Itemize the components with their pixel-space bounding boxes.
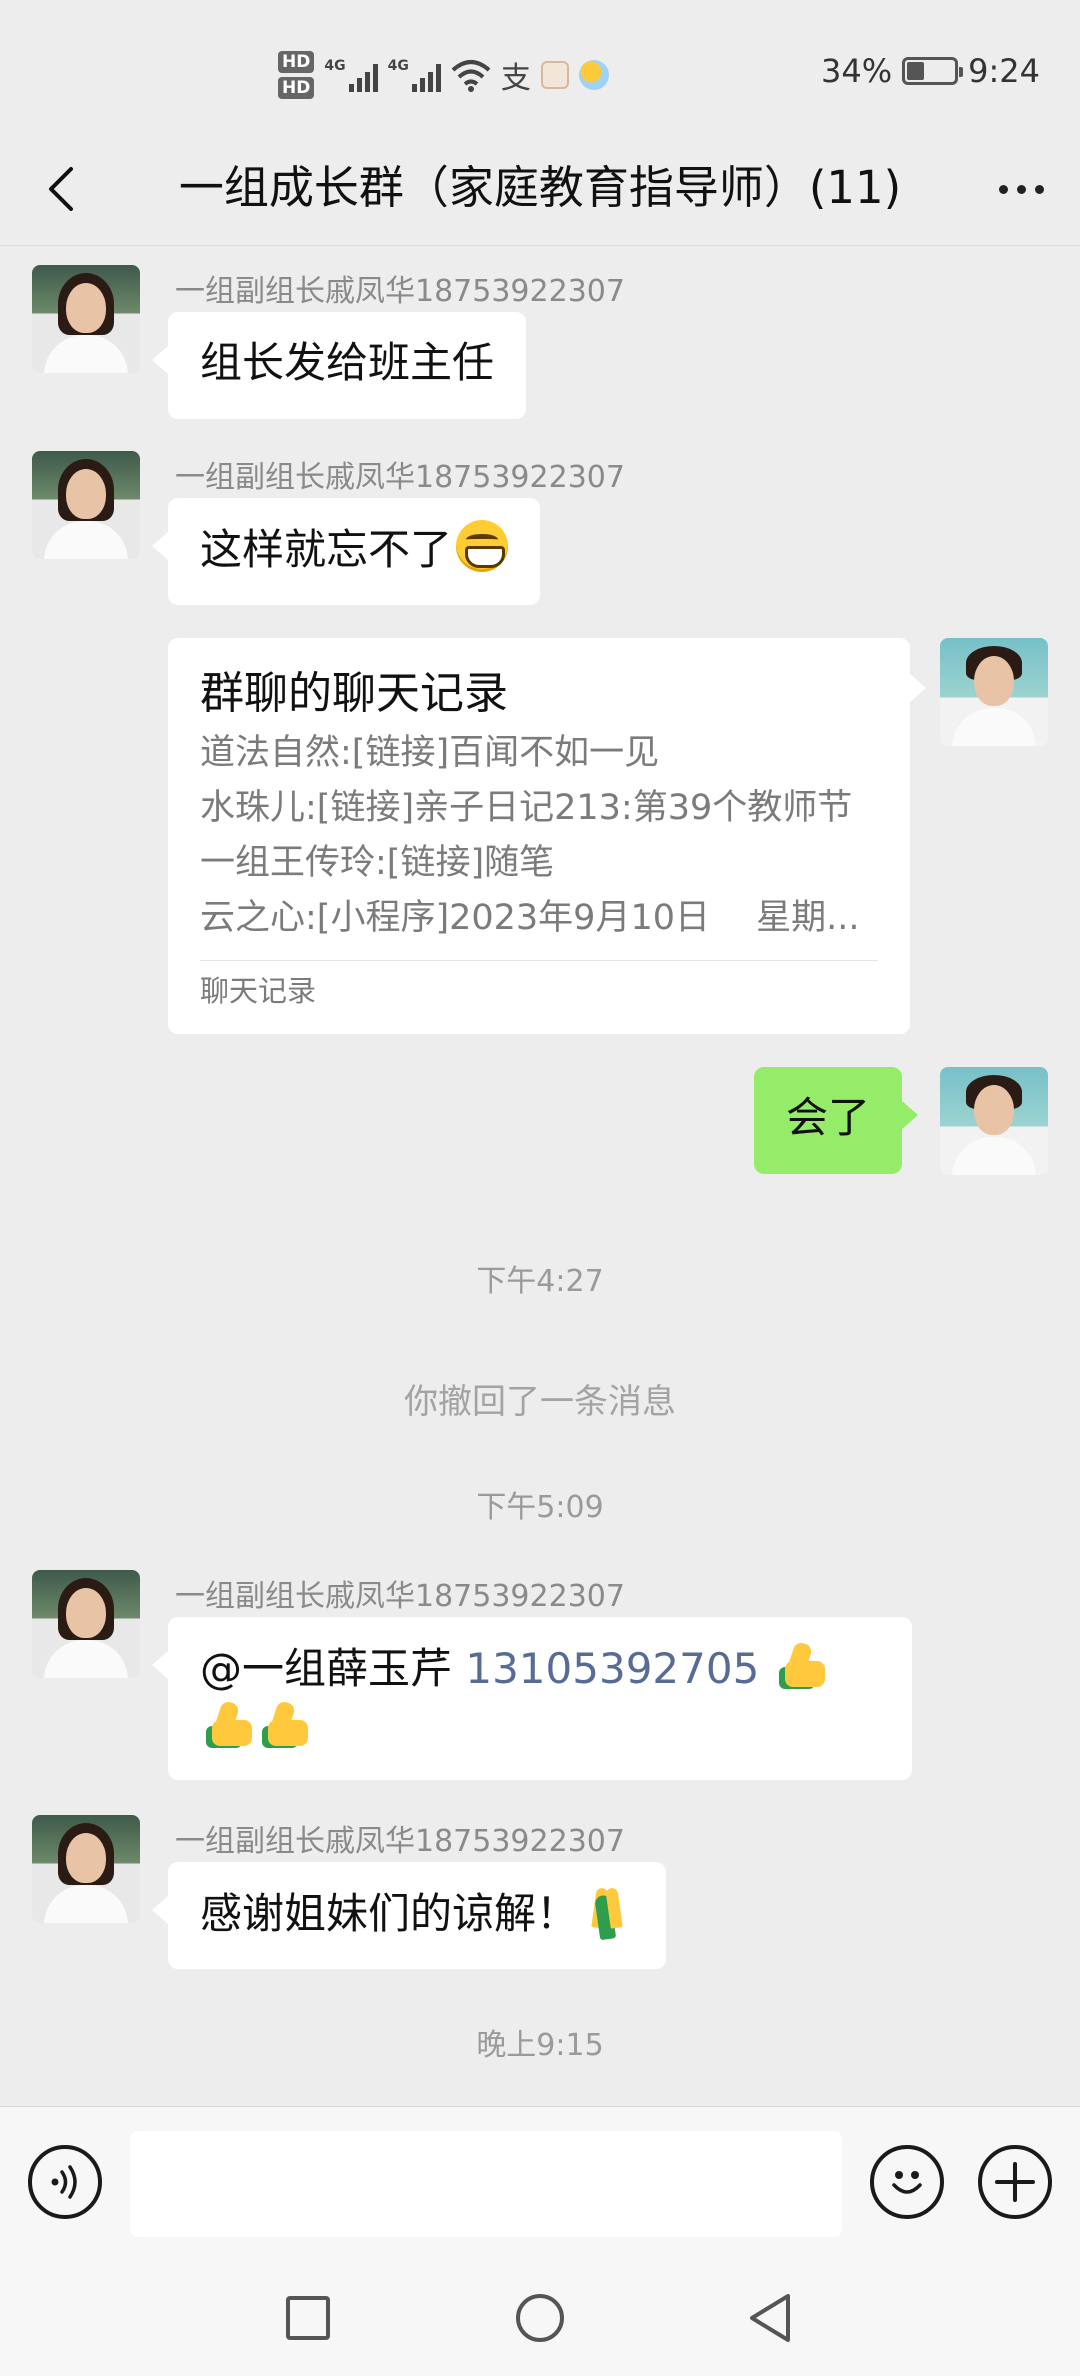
card-line: 水珠儿:[链接]亲子日记213:第39个教师节 xyxy=(200,788,853,828)
message-input[interactable] xyxy=(130,2131,842,2237)
timestamp: 下午5:09 xyxy=(476,1490,604,1525)
mention-text: @一组薛玉芹 xyxy=(200,1644,466,1693)
avatar[interactable] xyxy=(940,638,1048,746)
hd-indicator-2: HD xyxy=(278,77,315,99)
card-line: 道法自然:[链接]百闻不如一见 xyxy=(200,733,660,773)
avatar[interactable] xyxy=(32,1815,140,1923)
smiley-icon xyxy=(892,2171,922,2194)
battery-icon xyxy=(902,57,964,85)
signal-icon-1: 4G xyxy=(324,58,378,92)
card-footer: 聊天记录 xyxy=(200,974,317,1008)
voice-button[interactable] xyxy=(28,2145,102,2219)
status-bar: HD HD 4G 4G 支 34% 9:24 xyxy=(0,0,1080,130)
status-icons: HD HD 4G 4G 支 xyxy=(278,40,609,110)
chat-header: 一组成长群（家庭教育指导师）(11) xyxy=(0,130,1080,246)
back-nav-button[interactable] xyxy=(738,2286,802,2350)
circle-icon xyxy=(516,2294,564,2342)
square-icon xyxy=(286,2296,330,2340)
message-bubble[interactable]: 组长发给班主任 xyxy=(151,312,527,419)
timestamp: 晚上9:15 xyxy=(476,2028,604,2063)
signal-icon-2: 4G xyxy=(388,58,441,92)
battery-fill xyxy=(907,62,925,80)
avatar[interactable] xyxy=(32,265,140,373)
card-line: 云之心:[小程序]2023年9月10日 星期... xyxy=(200,898,860,938)
avatar[interactable] xyxy=(32,1570,140,1678)
recall-notice: 你撤回了一条消息 xyxy=(404,1382,676,1422)
thumbs-up-icon xyxy=(777,1639,829,1691)
home-button[interactable] xyxy=(508,2286,572,2350)
weather-icon xyxy=(578,60,609,90)
more-dots-icon xyxy=(998,184,1008,194)
message-text: 感谢姐妹们的谅解！ xyxy=(200,1889,579,1938)
avatar[interactable] xyxy=(32,451,140,559)
phone-link[interactable]: 13105392705 xyxy=(465,1644,759,1693)
input-bar xyxy=(0,2106,1080,2246)
more-functions-button[interactable] xyxy=(978,2145,1052,2219)
message-bubble[interactable]: @一组薛玉芹 13105392705 xyxy=(152,1617,912,1780)
card-line: 一组王传玲:[链接]随笔 xyxy=(200,843,555,883)
chat-history-card[interactable]: 群聊的聊天记录 道法自然:[链接]百闻不如一见 水珠儿:[链接]亲子日记213:… xyxy=(168,638,926,1034)
message-text: 这样就忘不了 xyxy=(200,525,453,574)
thumbs-up-icon xyxy=(260,1698,312,1750)
avatar[interactable] xyxy=(940,1067,1048,1175)
home-app-icon xyxy=(540,61,569,89)
recents-button[interactable] xyxy=(276,2286,340,2350)
chat-title: 一组成长群（家庭教育指导师）(11) xyxy=(178,161,902,214)
sender-name: 一组副组长戚凤华18753922307 xyxy=(175,274,625,309)
status-right: 34% 9:24 xyxy=(821,52,1040,90)
card-divider xyxy=(200,960,878,961)
message-bubble[interactable]: 会了 xyxy=(754,1067,919,1174)
message-bubble[interactable]: 感谢姐妹们的谅解！ xyxy=(151,1862,667,1969)
sender-name: 一组副组长戚凤华18753922307 xyxy=(175,460,625,495)
plus-icon xyxy=(995,2162,1035,2202)
grinning-face-icon xyxy=(456,520,509,572)
voice-icon xyxy=(51,2165,77,2199)
message-bubble[interactable]: 这样就忘不了 xyxy=(151,498,541,605)
sender-name: 一组副组长戚凤华18753922307 xyxy=(175,1824,625,1859)
wifi-icon xyxy=(451,60,491,92)
emoji-button[interactable] xyxy=(870,2145,944,2219)
battery-percent: 34% xyxy=(821,52,893,90)
sender-name: 一组副组长戚凤华18753922307 xyxy=(175,1579,625,1614)
hd-indicator-1: HD xyxy=(278,51,315,73)
timestamp: 下午4:27 xyxy=(476,1264,604,1299)
more-options-button[interactable] xyxy=(986,154,1056,224)
triangle-back-icon xyxy=(750,2294,790,2342)
thumbs-up-icon xyxy=(204,1698,256,1750)
clock: 9:24 xyxy=(968,52,1040,90)
folded-hands-icon xyxy=(582,1884,634,1936)
system-navigation-bar xyxy=(0,2246,1080,2376)
alipay-icon: 支 xyxy=(500,61,531,96)
card-title: 群聊的聊天记录 xyxy=(200,668,508,719)
